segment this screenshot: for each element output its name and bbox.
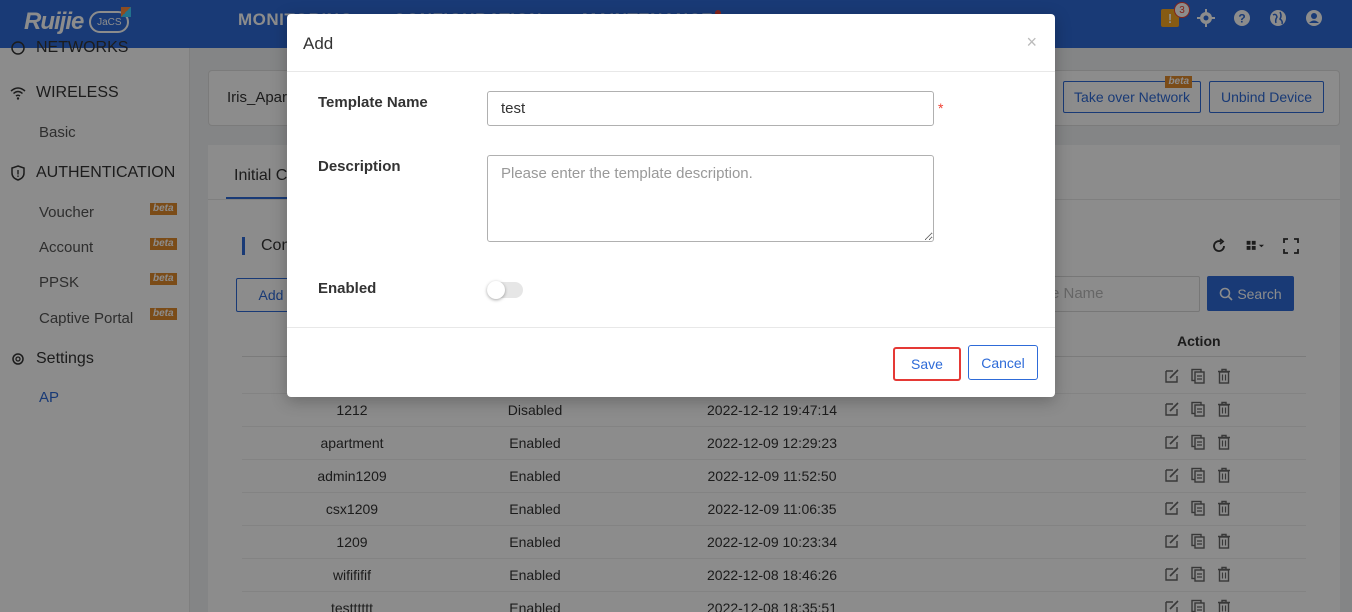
add-template-dialog: Add × Template Name * Description Enable… [287, 14, 1055, 397]
enabled-toggle[interactable] [487, 281, 523, 299]
template-name-label: Template Name [318, 94, 428, 111]
template-name-input[interactable] [487, 91, 934, 126]
required-asterisk: * [938, 100, 944, 116]
dialog-header: Add × [287, 14, 1055, 72]
enabled-label: Enabled [318, 280, 377, 297]
description-label: Description [318, 158, 401, 175]
close-icon[interactable]: × [1026, 32, 1037, 53]
description-textarea[interactable] [487, 155, 934, 242]
dialog-title: Add [303, 34, 334, 53]
toggle-knob [487, 281, 505, 299]
cancel-button[interactable]: Cancel [968, 345, 1038, 380]
dialog-footer-divider [287, 327, 1055, 328]
save-button[interactable]: Save [893, 347, 961, 381]
